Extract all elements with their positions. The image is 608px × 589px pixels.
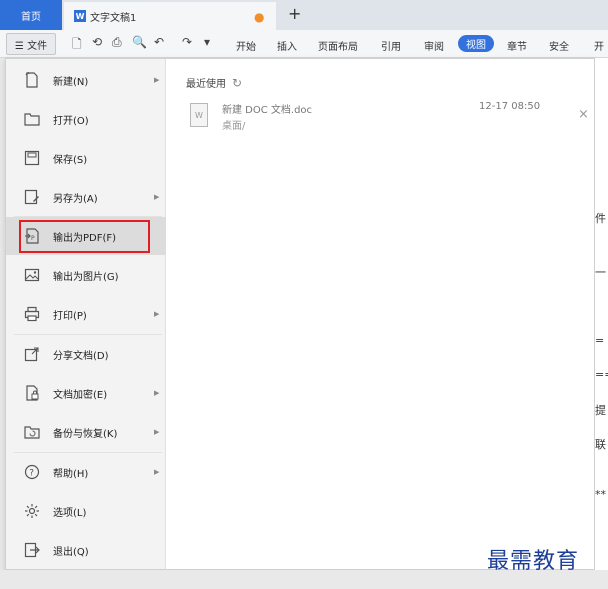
- recent-file-path: 桌面/: [222, 121, 246, 132]
- file-menu-item-options[interactable]: 选项(L): [6, 492, 166, 530]
- submenu-arrow-icon: ▶: [154, 76, 160, 84]
- file-menu-label: 打印(P): [53, 310, 87, 322]
- writer-doc-icon: W: [74, 10, 86, 22]
- file-menu-item-open[interactable]: 打开(O): [6, 100, 166, 138]
- menu-bar: ☰ 文件 🗋 ⟲ ⎙ 🔍 ↶ ↷ ▾ 开始 插入 页面布局 引用 审阅 视图 章…: [0, 30, 608, 58]
- new-doc-quick-icon[interactable]: 🗋: [72, 35, 82, 56]
- submenu-arrow-icon: ▶: [154, 310, 160, 318]
- refresh-icon[interactable]: ↻: [232, 76, 242, 90]
- menu-review[interactable]: 审阅: [424, 38, 444, 53]
- tab-bar: 首页 W 文字文稿1 ● +: [0, 0, 608, 30]
- file-menu-button[interactable]: ☰ 文件: [6, 33, 56, 55]
- file-menu-item-help[interactable]: ? 帮助(H) ▶: [6, 453, 166, 491]
- file-menu-item-share[interactable]: 分享文档(D): [6, 335, 166, 373]
- file-menu-item-export-image[interactable]: 输出为图片(G): [6, 256, 166, 294]
- highlight-annotation-box: [19, 220, 150, 253]
- print-icon: [24, 306, 40, 322]
- doc-peek-text: ==: [595, 368, 608, 381]
- help-icon: ?: [24, 464, 40, 480]
- folder-open-icon: [24, 113, 40, 126]
- undo-quick-icon[interactable]: ↶: [154, 35, 164, 49]
- doc-peek-text: =: [595, 334, 605, 347]
- menu-insert[interactable]: 插入: [277, 38, 297, 53]
- remove-recent-close-icon[interactable]: ×: [578, 107, 589, 122]
- doc-peek-text: 联: [595, 438, 606, 451]
- tab-document-label: 文字文稿1: [90, 12, 137, 24]
- file-menu-item-backup[interactable]: 备份与恢复(K) ▶: [6, 413, 166, 451]
- menu-page-layout[interactable]: 页面布局: [318, 38, 358, 53]
- file-menu-label: 新建(N): [53, 76, 89, 88]
- redo-quick-icon-2[interactable]: ↷: [182, 35, 192, 49]
- doc-file-icon: W: [190, 103, 208, 127]
- file-menu-item-new[interactable]: 新建(N) ▶: [6, 61, 166, 99]
- recent-file-item[interactable]: W 新建 DOC 文档.doc 桌面/ 12-17 08:50 ×: [186, 99, 589, 133]
- unsaved-dot-icon: ●: [254, 10, 265, 24]
- svg-text:?: ?: [29, 469, 34, 479]
- file-menu-label: 打开(O): [53, 115, 89, 127]
- submenu-arrow-icon: ▶: [154, 428, 160, 436]
- file-menu-label: 分享文档(D): [53, 350, 109, 362]
- submenu-arrow-icon: ▶: [154, 389, 160, 397]
- preview-quick-icon[interactable]: 🔍: [132, 35, 147, 49]
- redo-quick-icon[interactable]: ⟲: [92, 35, 102, 49]
- file-menu-item-print[interactable]: 打印(P) ▶: [6, 295, 166, 333]
- file-menu-label: 备份与恢复(K): [53, 428, 118, 440]
- tab-home-label: 首页: [21, 11, 41, 23]
- file-menu-list: 新建(N) ▶ 打开(O) 保存(S) 另存为(A) ▶ P 输出为PDF(F)…: [6, 59, 166, 569]
- share-icon: [24, 347, 39, 362]
- menu-start[interactable]: 开始: [236, 38, 256, 53]
- save-as-icon: [24, 189, 39, 205]
- menu-reference[interactable]: 引用: [381, 38, 401, 53]
- file-menu-label: 保存(S): [53, 154, 88, 166]
- file-menu-item-encrypt[interactable]: 文档加密(E) ▶: [6, 374, 166, 412]
- new-tab-button[interactable]: +: [288, 4, 301, 23]
- file-menu-item-exit[interactable]: 退出(Q): [6, 531, 166, 569]
- export-image-icon: [24, 268, 40, 282]
- doc-peek-text: 一: [595, 266, 606, 279]
- gear-icon: [25, 504, 39, 518]
- doc-peek-text: 件: [595, 212, 606, 225]
- file-menu-label: 选项(L): [53, 507, 87, 519]
- customize-quick-icon[interactable]: ▾: [204, 35, 210, 49]
- submenu-arrow-icon: ▶: [154, 468, 160, 476]
- new-doc-icon: [25, 72, 38, 88]
- menu-chapter[interactable]: 章节: [507, 38, 527, 53]
- file-menu-label: 帮助(H): [53, 468, 89, 480]
- menu-more[interactable]: 开: [594, 38, 604, 53]
- submenu-arrow-icon: ▶: [154, 193, 160, 201]
- doc-peek-text: 提: [595, 404, 606, 417]
- tab-document[interactable]: W 文字文稿1 ●: [64, 2, 276, 30]
- recent-title-label: 最近使用: [186, 79, 226, 90]
- watermark-text: 最需教育: [487, 549, 580, 574]
- doc-peek-text: **: [595, 488, 606, 501]
- file-menu-label: 输出为图片(G): [53, 271, 119, 283]
- file-menu-label: 另存为(A): [53, 193, 98, 205]
- exit-icon: [24, 542, 40, 558]
- file-menu-item-save-as[interactable]: 另存为(A) ▶: [6, 178, 166, 216]
- tab-home[interactable]: 首页: [0, 0, 62, 30]
- encrypt-icon: [26, 385, 39, 401]
- save-icon: [24, 150, 40, 166]
- file-menu-panel: 新建(N) ▶ 打开(O) 保存(S) 另存为(A) ▶ P 输出为PDF(F)…: [5, 58, 595, 570]
- file-menu-label: 文档加密(E): [53, 389, 108, 401]
- file-menu-label: 退出(Q): [53, 546, 89, 558]
- recent-file-time: 12-17 08:50: [479, 101, 541, 112]
- file-menu-item-save[interactable]: 保存(S): [6, 139, 166, 177]
- document-peek: 件 一 = == 提 联 **: [595, 58, 608, 570]
- recent-section-title: 最近使用 ↻: [186, 75, 242, 91]
- print-quick-icon[interactable]: ⎙: [112, 35, 122, 50]
- backup-icon: [24, 426, 40, 439]
- recent-file-name: 新建 DOC 文档.doc: [222, 105, 313, 116]
- menu-security[interactable]: 安全: [549, 38, 569, 53]
- menu-view[interactable]: 视图: [458, 35, 494, 52]
